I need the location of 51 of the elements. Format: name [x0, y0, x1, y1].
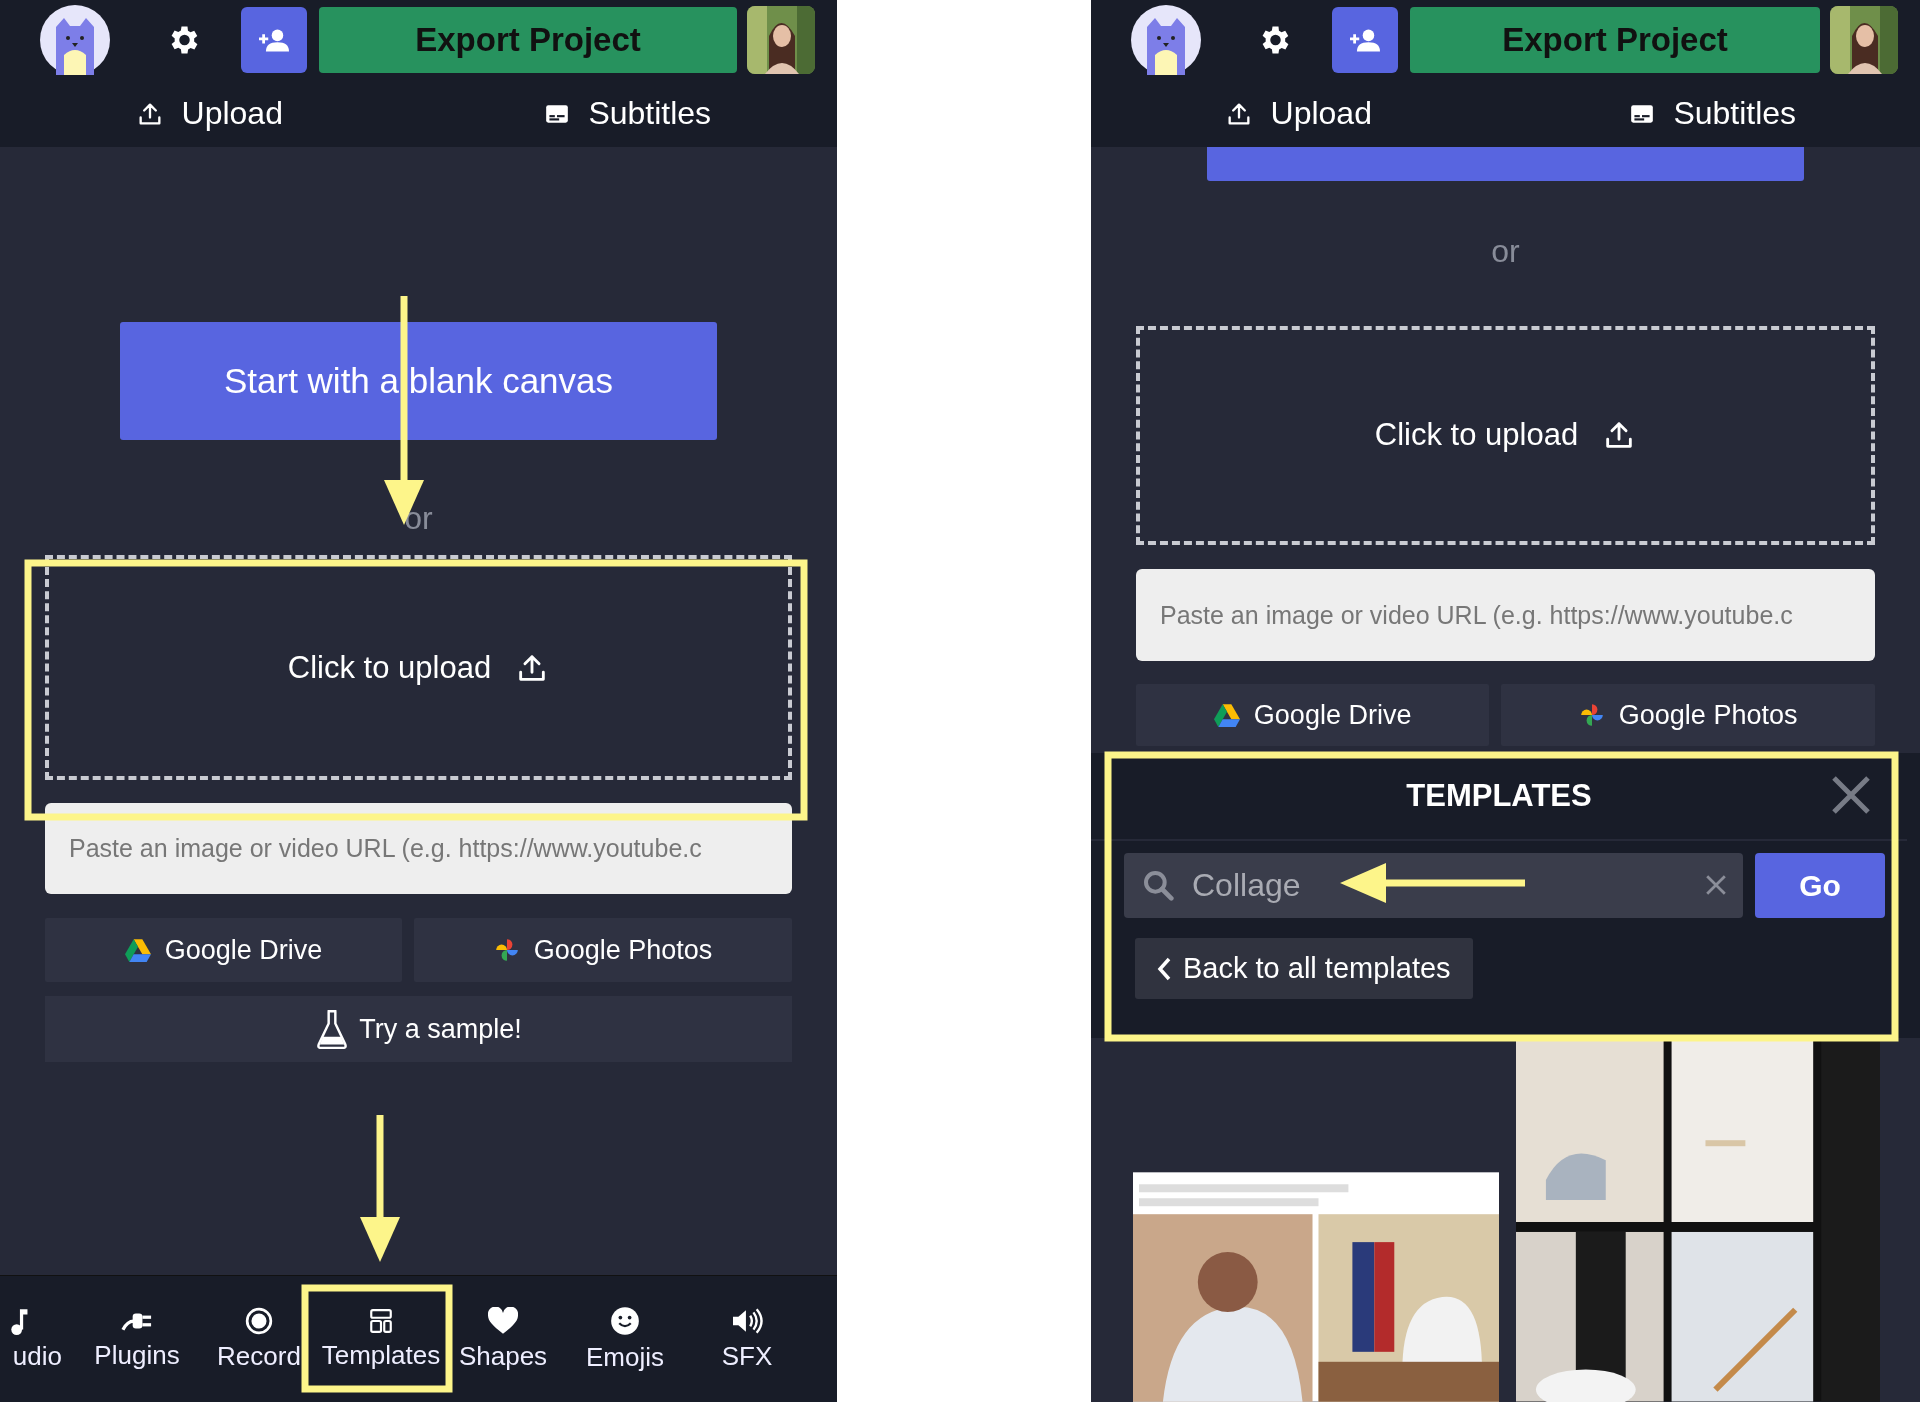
- add-user-button[interactable]: [241, 7, 307, 73]
- source-button[interactable]: Google Drive: [1136, 684, 1490, 747]
- tab[interactable]: Upload: [0, 80, 419, 147]
- nav-item[interactable]: SFX: [686, 1306, 808, 1372]
- nav-item[interactable]: Emojis: [564, 1305, 686, 1373]
- nav-item[interactable]: Templates: [320, 1307, 442, 1371]
- url-field[interactable]: Paste an image or video URL (e.g. https://www.youtube.c: [45, 803, 792, 894]
- upload-dropzone[interactable]: Click to upload: [45, 555, 792, 780]
- url-field[interactable]: Paste an image or video URL (e.g. https://www.youtube.c: [1136, 568, 1875, 662]
- nav-item[interactable]: Record: [198, 1306, 320, 1372]
- add-user-button[interactable]: [1332, 7, 1398, 73]
- source-button[interactable]: Google Photos: [414, 918, 792, 982]
- cat-logo-icon: [40, 5, 110, 75]
- flask-icon: [315, 1009, 350, 1049]
- panel-title: TEMPLATES: [1406, 778, 1592, 815]
- heart-icon: [488, 1306, 518, 1335]
- drive-icon: [1213, 703, 1240, 728]
- blank-canvas-button[interactable]: Start with a blank canvas: [120, 322, 717, 440]
- upload-label: Click to upload: [287, 649, 492, 686]
- upload-dropzone[interactable]: Click to upload: [1136, 325, 1875, 545]
- add-user-icon: [259, 28, 289, 52]
- nav-item[interactable]: Plugins: [76, 1307, 198, 1371]
- pinwheel-icon: [1578, 702, 1605, 729]
- upload-label: Click to upload: [1374, 417, 1579, 454]
- sample-button[interactable]: Try a sample!: [45, 996, 792, 1062]
- clear-icon[interactable]: [1705, 874, 1727, 897]
- cat-logo-icon: [1131, 5, 1201, 75]
- tab[interactable]: Upload: [1091, 80, 1506, 147]
- divider-text: or: [404, 500, 433, 537]
- source-button[interactable]: Google Photos: [1501, 684, 1875, 747]
- chevron-left-icon: [1157, 956, 1171, 981]
- export-button[interactable]: Export Project: [319, 7, 737, 73]
- divider-text: or: [1491, 232, 1520, 270]
- record-icon: [245, 1306, 273, 1335]
- search-icon: [1142, 869, 1174, 902]
- go-button[interactable]: Go: [1755, 853, 1885, 919]
- nav-item[interactable]: Shapes: [442, 1306, 564, 1372]
- tab[interactable]: Subtitles: [1505, 80, 1920, 147]
- layout-icon: [368, 1307, 394, 1334]
- tab[interactable]: Subtitles: [418, 80, 837, 147]
- close-icon: [1831, 775, 1871, 816]
- export-button[interactable]: Export Project: [1410, 7, 1820, 73]
- search-field[interactable]: Collage: [1124, 853, 1743, 919]
- drive-icon: [124, 938, 151, 962]
- smiley-icon: [610, 1305, 640, 1336]
- add-user-icon: [1350, 28, 1380, 52]
- pinwheel-icon: [493, 937, 520, 963]
- back-button[interactable]: Back to all templates: [1135, 938, 1473, 1000]
- speaker-icon: [730, 1306, 764, 1335]
- source-button[interactable]: Google Drive: [45, 918, 403, 982]
- nav-item[interactable]: udio: [0, 1306, 76, 1372]
